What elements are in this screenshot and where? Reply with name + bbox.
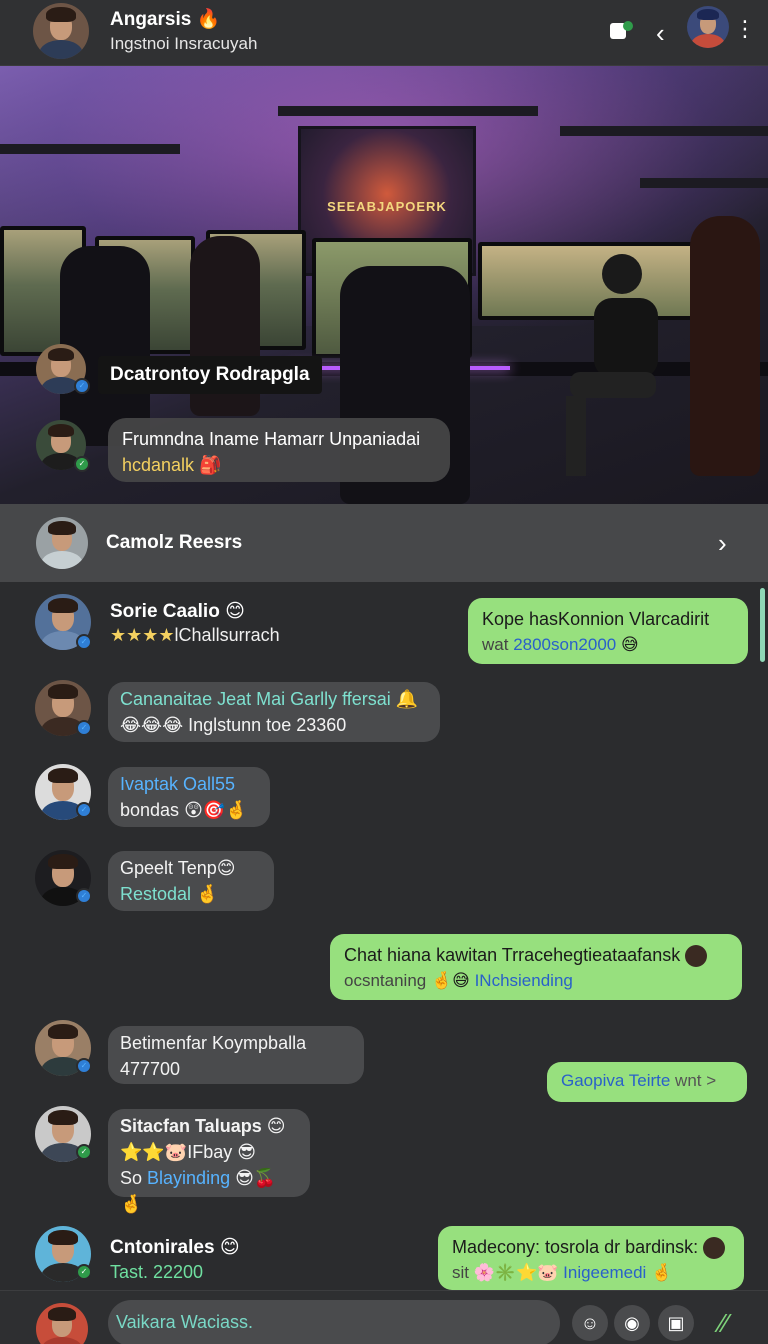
verified-badge: ✓ [76, 634, 92, 650]
verified-badge: ✓ [76, 802, 92, 818]
online-badge: ✓ [76, 1264, 92, 1280]
room-overlay-label: Dcatrontoy Rodrapgla [98, 356, 322, 394]
incoming-message[interactable]: Cananaitae Jeat Mai Garlly ffersai 🔔 😂😂😂… [108, 682, 440, 742]
outgoing-message[interactable]: Madecony: tosrola dr bardinsk: sit 🌸✳️⭐🐷… [438, 1226, 744, 1290]
verified-badge: ✓ [76, 1058, 92, 1074]
gallery-icon[interactable]: ▣ [658, 1305, 694, 1341]
gamer-figure [560, 246, 680, 496]
send-icon[interactable]: ⁄⁄ [706, 1305, 742, 1341]
incoming-message[interactable]: Sitacfan Taluaps 😊 ⭐⭐🐷IFbay 😎 So Blayind… [108, 1109, 310, 1214]
contact-row[interactable]: Camolz Reesrs › [0, 504, 768, 582]
more-options-icon[interactable]: ⋮ [734, 16, 756, 42]
incoming-message[interactable]: Gpeelt Tenp😊 Restodal 🤞 [108, 851, 274, 911]
mini-avatar [703, 1237, 726, 1260]
verified-badge: ✓ [74, 378, 90, 394]
incoming-message[interactable]: Ivaptak Oall55 bondas 😲🎯🤞 [108, 767, 270, 827]
verified-badge: ✓ [76, 888, 92, 904]
outgoing-message[interactable]: Gaopiva Teirte wnt > [547, 1062, 747, 1102]
outgoing-message[interactable]: Kope hasKonnion Vlarcadirit wat 2800son2… [468, 598, 748, 664]
video-call-icon[interactable] [608, 20, 634, 42]
incoming-message[interactable]: Betimenfar Koympballa 477700 [108, 1026, 364, 1084]
profile-avatar[interactable] [687, 6, 729, 48]
scrollbar[interactable] [760, 588, 765, 662]
online-badge: ✓ [74, 456, 90, 472]
message-composer: Vaikara Waciass. ☺ ◉ ▣ ⁄⁄ [0, 1290, 768, 1344]
mini-avatar [685, 945, 708, 968]
sticker-icon[interactable]: ☺ [572, 1305, 608, 1341]
camera-icon[interactable]: ◉ [614, 1305, 650, 1341]
outgoing-message[interactable]: Chat hiana kawitan Trracehegtieataafansk… [330, 934, 742, 1000]
chevron-right-icon[interactable]: › [718, 528, 727, 559]
chat-header: Angarsis 🔥 Ingstnoi Insracuyah ‹ ⋮ [0, 0, 768, 66]
back-chevron-icon[interactable]: ‹ [656, 18, 665, 49]
verified-badge: ✓ [76, 720, 92, 736]
chat-subtitle: Ingstnoi Insracuyah [110, 34, 258, 53]
message-input[interactable]: Vaikara Waciass. [108, 1300, 560, 1344]
online-badge: ✓ [76, 1144, 92, 1160]
gaming-room-image: SEEABJAPOERK ✓ Dcatrontoy Rodrapgla ✓ Fr… [0, 66, 768, 504]
sender-status: ★★★★lChallsurrach [110, 625, 280, 645]
sender-name: Sorie Caalio 😊 [110, 601, 245, 622]
my-avatar[interactable] [36, 1303, 88, 1344]
hero-message-bubble: Frumndna Iname Hamarr Unpaniadai hcdanal… [108, 418, 450, 482]
sender-name: Cntonirales 😊 [110, 1237, 240, 1258]
header-avatar[interactable] [33, 3, 89, 59]
contact-name: Camolz Reesrs [106, 532, 243, 553]
contact-avatar [36, 517, 88, 569]
chat-title: Angarsis 🔥 [110, 9, 221, 30]
sender-status: Tast. 22200 [110, 1262, 204, 1282]
